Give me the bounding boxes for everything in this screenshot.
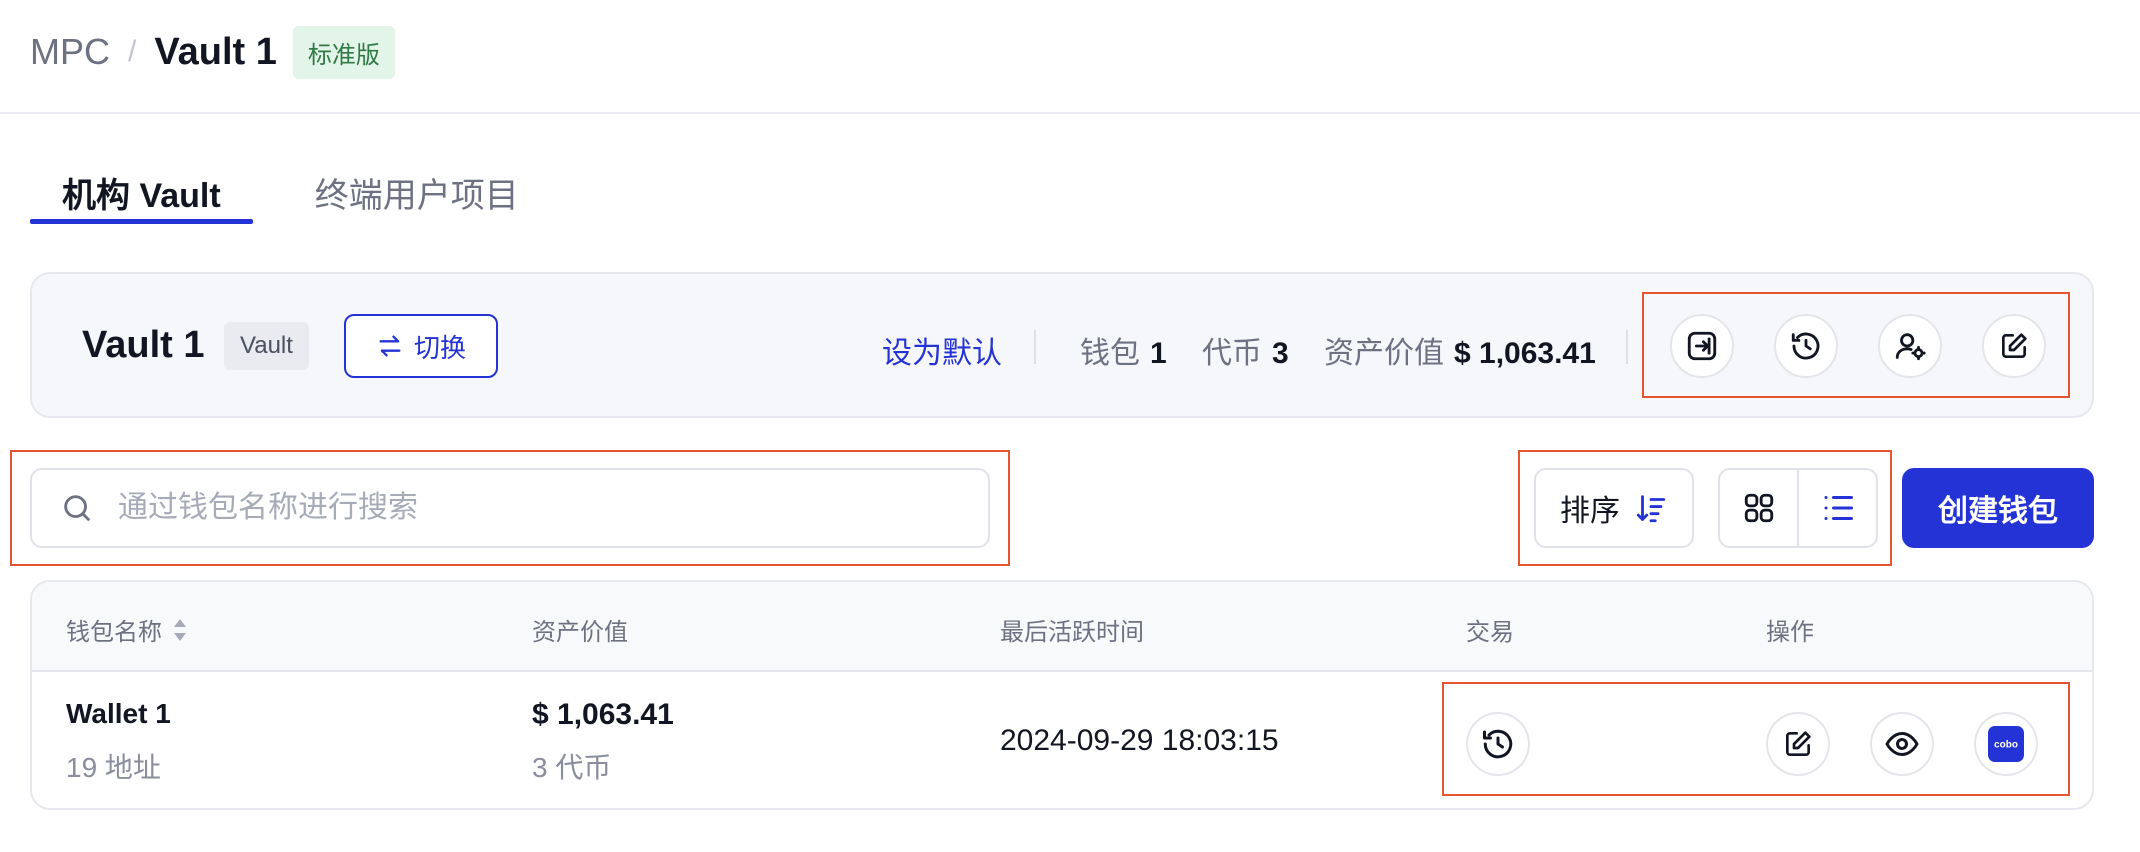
history-icon: [1791, 332, 1820, 360]
wallet-asset-value: $ 1,063.41: [532, 698, 674, 731]
column-wallet-name[interactable]: 钱包名称: [66, 612, 188, 647]
vault-name: Vault 1: [82, 324, 205, 366]
switch-vault-label: 切换: [413, 332, 466, 363]
page-title: Vault 1: [154, 30, 277, 73]
edit-icon: [1786, 731, 1811, 756]
list-view-button[interactable]: [1797, 470, 1876, 546]
vault-summary-card: Vault 1 Vault 切换 设为默认 钱包 1 代币 3 资产价值 $ 1,06…: [30, 272, 2094, 418]
column-asset-value: 资产价值: [532, 619, 628, 646]
tab-bar: 机构 Vault 终端用户项目: [30, 156, 551, 224]
cobo-logo-text: cobo: [1994, 740, 2018, 751]
edit-vault-button[interactable]: [1982, 314, 2046, 378]
stat-asset-value-amount: $ 1,063.41: [1454, 337, 1596, 370]
breadcrumb: MPC / Vault 1 标准版: [30, 25, 395, 79]
sort-label: 排序: [1560, 495, 1620, 528]
cobo-logo-icon: cobo: [1988, 726, 2024, 762]
plan-badge: 标准版: [292, 25, 395, 79]
stat-wallets-value: 1: [1150, 337, 1167, 370]
cobo-wallet-button[interactable]: cobo: [1974, 712, 2038, 776]
grid-view-icon: [1744, 493, 1773, 523]
search-input[interactable]: [118, 491, 938, 525]
breadcrumb-separator: /: [128, 35, 137, 68]
wallet-table: 钱包名称 资产价值 最后活跃时间 交易 操作 Wallet 1 19 地址 $ …: [30, 580, 2094, 810]
switch-vault-button[interactable]: 切换: [344, 314, 498, 378]
edit-icon: [2002, 333, 2027, 358]
tab-institution-vault[interactable]: 机构 Vault: [30, 156, 253, 224]
eye-icon: [1885, 732, 1919, 756]
sort-button[interactable]: 排序: [1534, 468, 1694, 548]
column-last-active: 最后活跃时间: [1000, 619, 1144, 646]
column-actions: 操作: [1766, 619, 1814, 646]
column-transactions: 交易: [1466, 619, 1514, 646]
wallet-token-count: 3 代币: [532, 752, 612, 783]
create-wallet-button[interactable]: 创建钱包: [1902, 468, 2094, 548]
column-wallet-name-label: 钱包名称: [66, 619, 162, 646]
history-button[interactable]: [1774, 314, 1838, 378]
vault-type-tag: Vault: [224, 322, 309, 370]
user-settings-icon: [1895, 333, 1926, 361]
wallet-address-count: 19 地址: [66, 752, 161, 783]
wallet-last-active: 2024-09-29 18:03:15: [1000, 724, 1279, 757]
transaction-history-button[interactable]: [1466, 712, 1530, 776]
stat-tokens: 代币 3: [1202, 328, 1289, 372]
login-icon: [1687, 331, 1717, 361]
wallet-search: [30, 468, 990, 548]
stat-asset-value: 资产价值 $ 1,063.41: [1324, 328, 1596, 372]
table-header: 钱包名称 资产价值 最后活跃时间 交易 操作: [32, 582, 2092, 672]
edit-wallet-button[interactable]: [1766, 712, 1830, 776]
sort-icon: [174, 618, 186, 641]
view-wallet-button[interactable]: [1870, 712, 1934, 776]
top-bar: MPC / Vault 1 标准版: [0, 0, 2140, 114]
divider: [1034, 330, 1036, 364]
grid-view-button[interactable]: [1720, 470, 1797, 546]
stat-wallets-label: 钱包: [1080, 337, 1140, 370]
wallet-name[interactable]: Wallet 1: [66, 698, 171, 730]
table-row[interactable]: Wallet 1 19 地址 $ 1,063.41 3 代币 2024-09-2…: [32, 672, 2092, 808]
tab-end-user-projects[interactable]: 终端用户项目: [283, 156, 551, 224]
login-button[interactable]: [1670, 314, 1734, 378]
history-icon: [1483, 729, 1513, 759]
user-settings-button[interactable]: [1878, 314, 1942, 378]
stat-wallets: 钱包 1: [1080, 328, 1167, 372]
stat-asset-label: 资产价值: [1324, 337, 1444, 370]
set-default-link[interactable]: 设为默认: [882, 328, 1002, 372]
list-view-icon: [1824, 496, 1853, 520]
sort-desc-icon: [1636, 495, 1666, 523]
breadcrumb-root[interactable]: MPC: [30, 31, 110, 73]
stat-tokens-value: 3: [1272, 337, 1289, 370]
swap-icon: [379, 335, 401, 357]
view-toggle: [1718, 468, 1878, 548]
search-icon: [64, 495, 90, 521]
divider: [1626, 330, 1628, 364]
stat-tokens-label: 代币: [1202, 337, 1262, 370]
